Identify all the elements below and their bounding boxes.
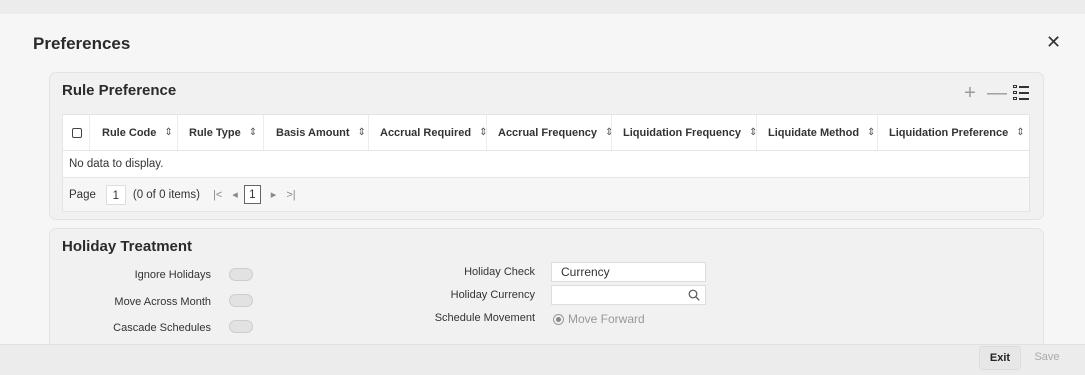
top-strip bbox=[0, 0, 1085, 14]
column-label: Rule Type bbox=[189, 126, 241, 139]
rule-preference-grid: Rule Code ⇕ Rule Type ⇕ Basis Amount ⇕ A… bbox=[62, 114, 1030, 212]
sort-icon[interactable]: ⇕ bbox=[1016, 127, 1024, 138]
ignore-holidays-toggle[interactable] bbox=[229, 268, 253, 281]
last-page-icon[interactable]: >| bbox=[286, 189, 295, 201]
list-view-icon[interactable] bbox=[1013, 85, 1029, 101]
grid-header-row: Rule Code ⇕ Rule Type ⇕ Basis Amount ⇕ A… bbox=[63, 115, 1029, 151]
holiday-check-field[interactable]: Currency bbox=[551, 262, 706, 282]
rule-preference-title: Rule Preference bbox=[62, 82, 177, 99]
column-label: Accrual Frequency bbox=[498, 126, 598, 139]
column-accrual-frequency[interactable]: Accrual Frequency ⇕ bbox=[486, 115, 613, 150]
current-page-button[interactable]: 1 bbox=[243, 185, 261, 204]
schedule-movement-label: Schedule Movement bbox=[434, 312, 535, 324]
add-row-icon[interactable]: + bbox=[961, 83, 979, 103]
column-label: Liquidation Preference bbox=[889, 126, 1009, 139]
move-forward-label: Move Forward bbox=[568, 312, 645, 326]
page-number-input[interactable]: 1 bbox=[105, 184, 126, 205]
exit-button[interactable]: Exit bbox=[979, 346, 1021, 370]
select-all-column bbox=[63, 115, 89, 150]
first-page-icon[interactable]: |< bbox=[213, 189, 222, 201]
remove-row-icon[interactable]: — bbox=[987, 83, 1007, 103]
cascade-schedules-toggle[interactable] bbox=[229, 320, 253, 333]
column-label: Liquidation Frequency bbox=[623, 126, 741, 139]
page-label: Page bbox=[69, 188, 96, 201]
close-icon[interactable]: ✕ bbox=[1046, 32, 1061, 53]
select-all-checkbox[interactable] bbox=[72, 127, 82, 138]
column-liquidation-preference[interactable]: Liquidation Preference ⇕ bbox=[877, 115, 1027, 150]
column-basis-amount[interactable]: Basis Amount ⇕ bbox=[263, 115, 368, 150]
move-forward-radio[interactable] bbox=[553, 314, 564, 325]
column-label: Liquidate Method bbox=[768, 126, 860, 139]
holiday-treatment-title: Holiday Treatment bbox=[62, 238, 193, 255]
column-rule-code[interactable]: Rule Code ⇕ bbox=[89, 115, 177, 150]
grid-toolbar: + — bbox=[961, 83, 1029, 103]
column-label: Rule Code bbox=[102, 126, 157, 139]
pagination-bar: Page 1 (0 of 0 items) |< ◂ 1 ▸ >| bbox=[63, 178, 1029, 211]
column-accrual-required[interactable]: Accrual Required ⇕ bbox=[368, 115, 487, 150]
sort-icon[interactable]: ⇕ bbox=[867, 127, 875, 138]
footer-bar bbox=[0, 344, 1085, 375]
sort-icon[interactable]: ⇕ bbox=[358, 127, 366, 138]
dialog-title: Preferences bbox=[33, 34, 131, 53]
prev-page-icon[interactable]: ◂ bbox=[232, 188, 238, 201]
holiday-currency-field[interactable] bbox=[551, 285, 706, 305]
save-button[interactable]: Save bbox=[1027, 346, 1067, 368]
column-rule-type[interactable]: Rule Type ⇕ bbox=[177, 115, 263, 150]
column-liquidation-frequency[interactable]: Liquidation Frequency ⇕ bbox=[611, 115, 757, 150]
no-data-message: No data to display. bbox=[63, 151, 1029, 178]
holiday-currency-label: Holiday Currency bbox=[450, 289, 535, 301]
item-count: (0 of 0 items) bbox=[132, 188, 200, 201]
column-liquidate-method[interactable]: Liquidate Method ⇕ bbox=[756, 115, 877, 150]
search-icon[interactable] bbox=[688, 289, 700, 301]
ignore-holidays-label: Ignore Holidays bbox=[134, 269, 211, 281]
rule-preference-panel: Rule Preference + — Rule Code ⇕ Rule Typ… bbox=[50, 73, 1043, 219]
sort-icon[interactable]: ⇕ bbox=[249, 127, 257, 138]
move-across-month-label: Move Across Month bbox=[114, 296, 211, 308]
cascade-schedules-label: Cascade Schedules bbox=[113, 322, 211, 334]
column-label: Accrual Required bbox=[380, 126, 472, 139]
holiday-check-label: Holiday Check bbox=[464, 266, 535, 278]
next-page-icon[interactable]: ▸ bbox=[271, 188, 277, 201]
sort-icon[interactable]: ⇕ bbox=[164, 127, 172, 138]
holiday-treatment-panel: Holiday Treatment Ignore Holidays Move A… bbox=[50, 229, 1043, 344]
move-across-month-toggle[interactable] bbox=[229, 294, 253, 307]
column-label: Basis Amount bbox=[276, 126, 350, 139]
